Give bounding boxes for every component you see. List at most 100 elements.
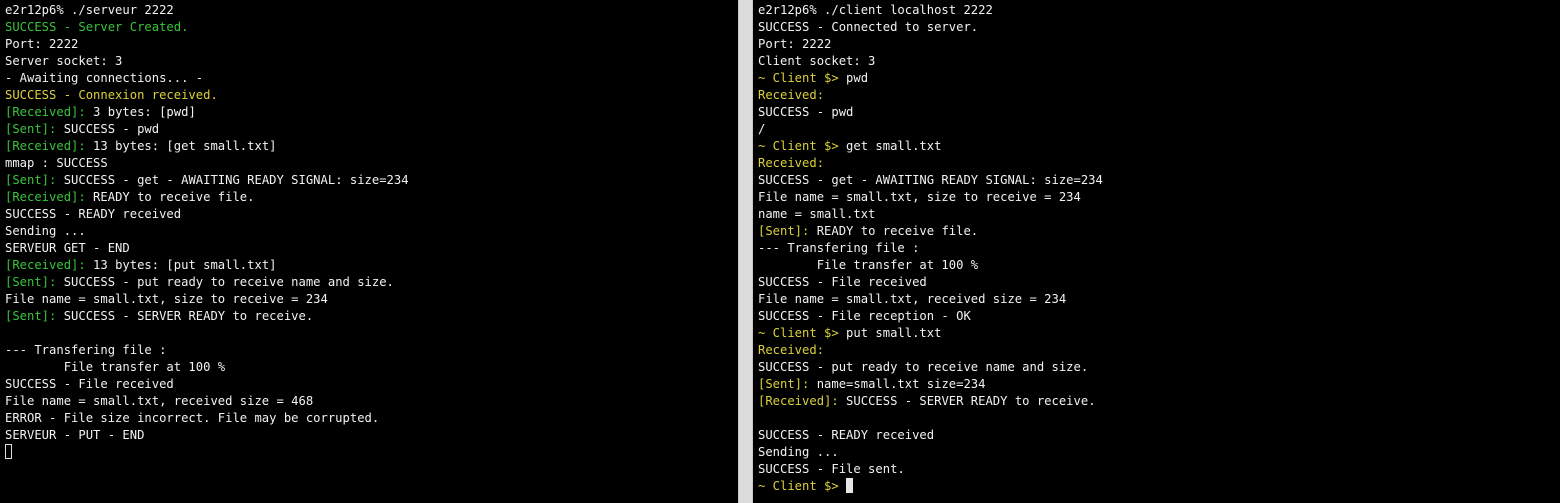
terminal-line: e2r12p6% ./client localhost 2222 [758, 2, 1560, 19]
terminal-line: Sending ... [758, 444, 1560, 461]
terminal-line: [Sent]: SUCCESS - put ready to receive n… [5, 274, 738, 291]
terminal-line: - Awaiting connections... - [5, 70, 738, 87]
terminal-text-segment: READY to receive file. [85, 190, 255, 204]
terminal-text-segment: put small.txt [838, 326, 942, 340]
terminal-line: Server socket: 3 [5, 53, 738, 70]
terminal-line: ~ Client $> pwd [758, 70, 1560, 87]
terminal-text-segment: SUCCESS - Server Created. [5, 20, 189, 34]
terminal-line: --- Transfering file : [758, 240, 1560, 257]
terminal-line: File name = small.txt, received size = 2… [758, 291, 1560, 308]
terminal-text-segment: Received: [758, 156, 825, 170]
terminal-text-segment: [Received]: [5, 139, 86, 153]
terminal-text-segment: ~ Client $> [758, 71, 839, 85]
terminal-text-segment: get small.txt [838, 139, 942, 153]
terminal-text-segment: SUCCESS - File received [5, 377, 174, 391]
terminal-text-segment: READY to receive file. [809, 224, 979, 238]
terminal-text-segment: [Sent]: [5, 309, 57, 323]
terminal-line: Port: 2222 [758, 36, 1560, 53]
terminal-line: SUCCESS - File received [5, 376, 738, 393]
terminal-line: mmap : SUCCESS [5, 155, 738, 172]
terminal-text-segment: File transfer at 100 % [5, 360, 226, 374]
terminal-text-segment: --- Transfering file : [5, 343, 167, 357]
terminal-line: ~ Client $> get small.txt [758, 138, 1560, 155]
terminal-line: ~ Client $> [758, 478, 1560, 495]
terminal-text-segment: [Received]: [5, 105, 86, 119]
terminal-line: SUCCESS - put ready to receive name and … [758, 359, 1560, 376]
terminal-text-segment: - Awaiting connections... - [5, 71, 204, 85]
terminal-line: --- Transfering file : [5, 342, 738, 359]
terminal-text-segment: SUCCESS - put ready to receive name and … [758, 360, 1089, 374]
terminal-text-segment: name=small.txt size=234 [809, 377, 986, 391]
terminal-text-segment: [Sent]: [5, 275, 57, 289]
terminal-text-segment: e2r12p6% ./client localhost 2222 [758, 3, 993, 17]
terminal-text-segment: SUCCESS - SERVER READY to receive. [56, 309, 314, 323]
terminal-line: [Received]: 13 bytes: [get small.txt] [5, 138, 738, 155]
terminal-text-segment: SUCCESS - READY received [758, 428, 935, 442]
terminal-line: File transfer at 100 % [5, 359, 738, 376]
terminal-screen: e2r12p6% ./serveur 2222 SUCCESS - Server … [0, 0, 1560, 503]
terminal-line: [Sent]: SUCCESS - SERVER READY to receiv… [5, 308, 738, 325]
terminal-text-segment: 13 bytes: [get small.txt] [85, 139, 277, 153]
terminal-line: [Sent]: SUCCESS - get - AWAITING READY S… [5, 172, 738, 189]
terminal-line: SUCCESS - get - AWAITING READY SIGNAL: s… [758, 172, 1560, 189]
terminal-text-segment: ~ Client $> [758, 139, 839, 153]
terminal-text-segment: File name = small.txt, received size = 4… [5, 394, 314, 408]
terminal-text-segment: SUCCESS - put ready to receive name and … [56, 275, 394, 289]
terminal-line: Client socket: 3 [758, 53, 1560, 70]
terminal-line: File name = small.txt, size to receive =… [5, 291, 738, 308]
terminal-text-segment: SUCCESS - File reception - OK [758, 309, 971, 323]
terminal-line: SUCCESS - READY received [5, 206, 738, 223]
terminal-text-segment: SUCCESS - File received [758, 275, 927, 289]
terminal-line: ERROR - File size incorrect. File may be… [5, 410, 738, 427]
client-terminal-pane[interactable]: e2r12p6% ./client localhost 2222 SUCCESS … [753, 0, 1560, 503]
terminal-text-segment: SUCCESS - pwd [758, 105, 854, 119]
terminal-line: SUCCESS - READY received [758, 427, 1560, 444]
terminal-text-segment: pwd [838, 71, 869, 85]
terminal-line: / [758, 121, 1560, 138]
terminal-text-segment: [Sent]: [758, 377, 810, 391]
terminal-line: ~ Client $> put small.txt [758, 325, 1560, 342]
terminal-line: Received: [758, 155, 1560, 172]
terminal-line: SUCCESS - File reception - OK [758, 308, 1560, 325]
terminal-line: Received: [758, 342, 1560, 359]
terminal-text-segment: Received: [758, 343, 825, 357]
terminal-text-segment: SUCCESS - Connexion received. [5, 88, 218, 102]
terminal-line: [Sent]: SUCCESS - pwd [5, 121, 738, 138]
terminal-line: SUCCESS - File received [758, 274, 1560, 291]
terminal-text-segment: 3 bytes: [pwd] [85, 105, 196, 119]
terminal-text-segment: 13 bytes: [put small.txt] [85, 258, 277, 272]
terminal-cursor[interactable] [5, 444, 12, 459]
terminal-text-segment: mmap : SUCCESS [5, 156, 108, 170]
terminal-line: Sending ... [5, 223, 738, 240]
terminal-text-segment: [Received]: [758, 394, 839, 408]
terminal-text-segment: SUCCESS - get - AWAITING READY SIGNAL: s… [758, 173, 1103, 187]
terminal-line: File name = small.txt, received size = 4… [5, 393, 738, 410]
terminal-line [5, 444, 738, 461]
terminal-text-segment: Port: 2222 [758, 37, 832, 51]
terminal-text-segment: File name = small.txt, size to receive =… [5, 292, 328, 306]
terminal-line: SUCCESS - Connected to server. [758, 19, 1560, 36]
terminal-text-segment: [Sent]: [5, 122, 57, 136]
terminal-line: SUCCESS - Server Created. [5, 19, 738, 36]
terminal-text-segment: Received: [758, 88, 825, 102]
server-terminal-output: e2r12p6% ./serveur 2222 SUCCESS - Server … [5, 2, 738, 461]
terminal-text-segment: Sending ... [5, 224, 86, 238]
terminal-text-segment: [Received]: [5, 190, 86, 204]
terminal-line: [Received]: SUCCESS - SERVER READY to re… [758, 393, 1560, 410]
terminal-text-segment: File name = small.txt, size to receive =… [758, 190, 1081, 204]
terminal-cursor[interactable] [846, 478, 854, 493]
client-terminal-output: e2r12p6% ./client localhost 2222 SUCCESS … [758, 2, 1560, 495]
terminal-line: SUCCESS - File sent. [758, 461, 1560, 478]
terminal-text-segment: --- Transfering file : [758, 241, 920, 255]
server-terminal-pane[interactable]: e2r12p6% ./serveur 2222 SUCCESS - Server … [0, 0, 738, 503]
terminal-text-segment: SUCCESS - READY received [5, 207, 182, 221]
terminal-text-segment: SUCCESS - get - AWAITING READY SIGNAL: s… [56, 173, 409, 187]
pane-separator [738, 0, 753, 503]
terminal-line: SUCCESS - pwd [758, 104, 1560, 121]
terminal-line: SUCCESS - Connexion received. [5, 87, 738, 104]
terminal-text-segment: SUCCESS - pwd [56, 122, 160, 136]
terminal-line: [Received]: READY to receive file. [5, 189, 738, 206]
